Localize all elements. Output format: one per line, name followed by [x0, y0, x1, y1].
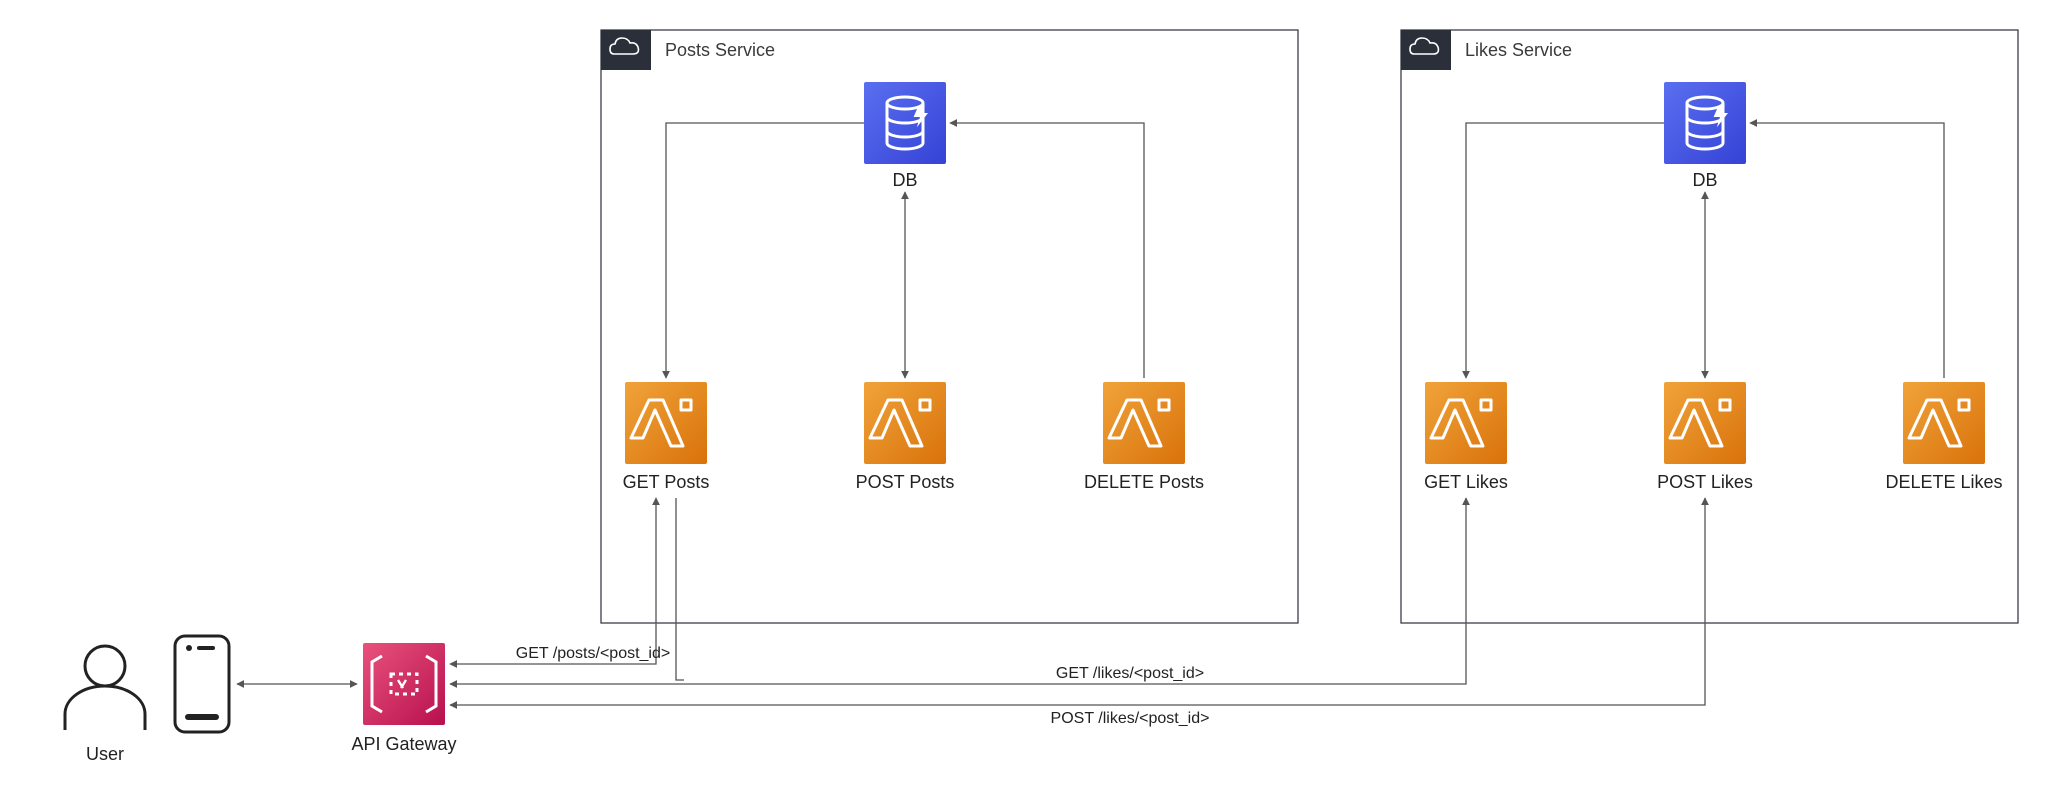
- posts-db: [864, 82, 946, 164]
- likes-get-label: GET Likes: [1424, 472, 1508, 492]
- likes-service-title: Likes Service: [1465, 40, 1572, 60]
- likes-service-container: Likes Service DB GET Likes POST Likes: [1401, 30, 2018, 623]
- likes-post-lambda: [1664, 382, 1746, 464]
- user-label: User: [86, 744, 124, 764]
- posts-delete-lambda: [1103, 382, 1185, 464]
- posts-post-label: POST Posts: [856, 472, 955, 492]
- posts-post-lambda: [864, 382, 946, 464]
- posts-get-label: GET Posts: [623, 472, 710, 492]
- route-get-likes: GET /likes/<post_id>: [1056, 665, 1204, 682]
- route-get-posts: GET /posts/<post_id>: [516, 645, 670, 662]
- likes-post-label: POST Likes: [1657, 472, 1753, 492]
- likes-delete-label: DELETE Likes: [1885, 472, 2002, 492]
- api-gateway-label: API Gateway: [351, 734, 456, 754]
- api-gateway: [363, 643, 445, 725]
- posts-get-lambda: [625, 382, 707, 464]
- likes-delete-lambda: [1903, 382, 1985, 464]
- posts-delete-label: DELETE Posts: [1084, 472, 1204, 492]
- user-icon: [65, 646, 145, 730]
- phone-icon: [175, 636, 229, 732]
- posts-db-label: DB: [892, 170, 917, 190]
- posts-service-title: Posts Service: [665, 40, 775, 60]
- likes-get-lambda: [1425, 382, 1507, 464]
- route-post-likes: POST /likes/<post_id>: [1051, 710, 1210, 727]
- likes-db-label: DB: [1692, 170, 1717, 190]
- posts-service-container: Posts Service DB GET Posts POST Posts: [601, 30, 1298, 623]
- likes-db: [1664, 82, 1746, 164]
